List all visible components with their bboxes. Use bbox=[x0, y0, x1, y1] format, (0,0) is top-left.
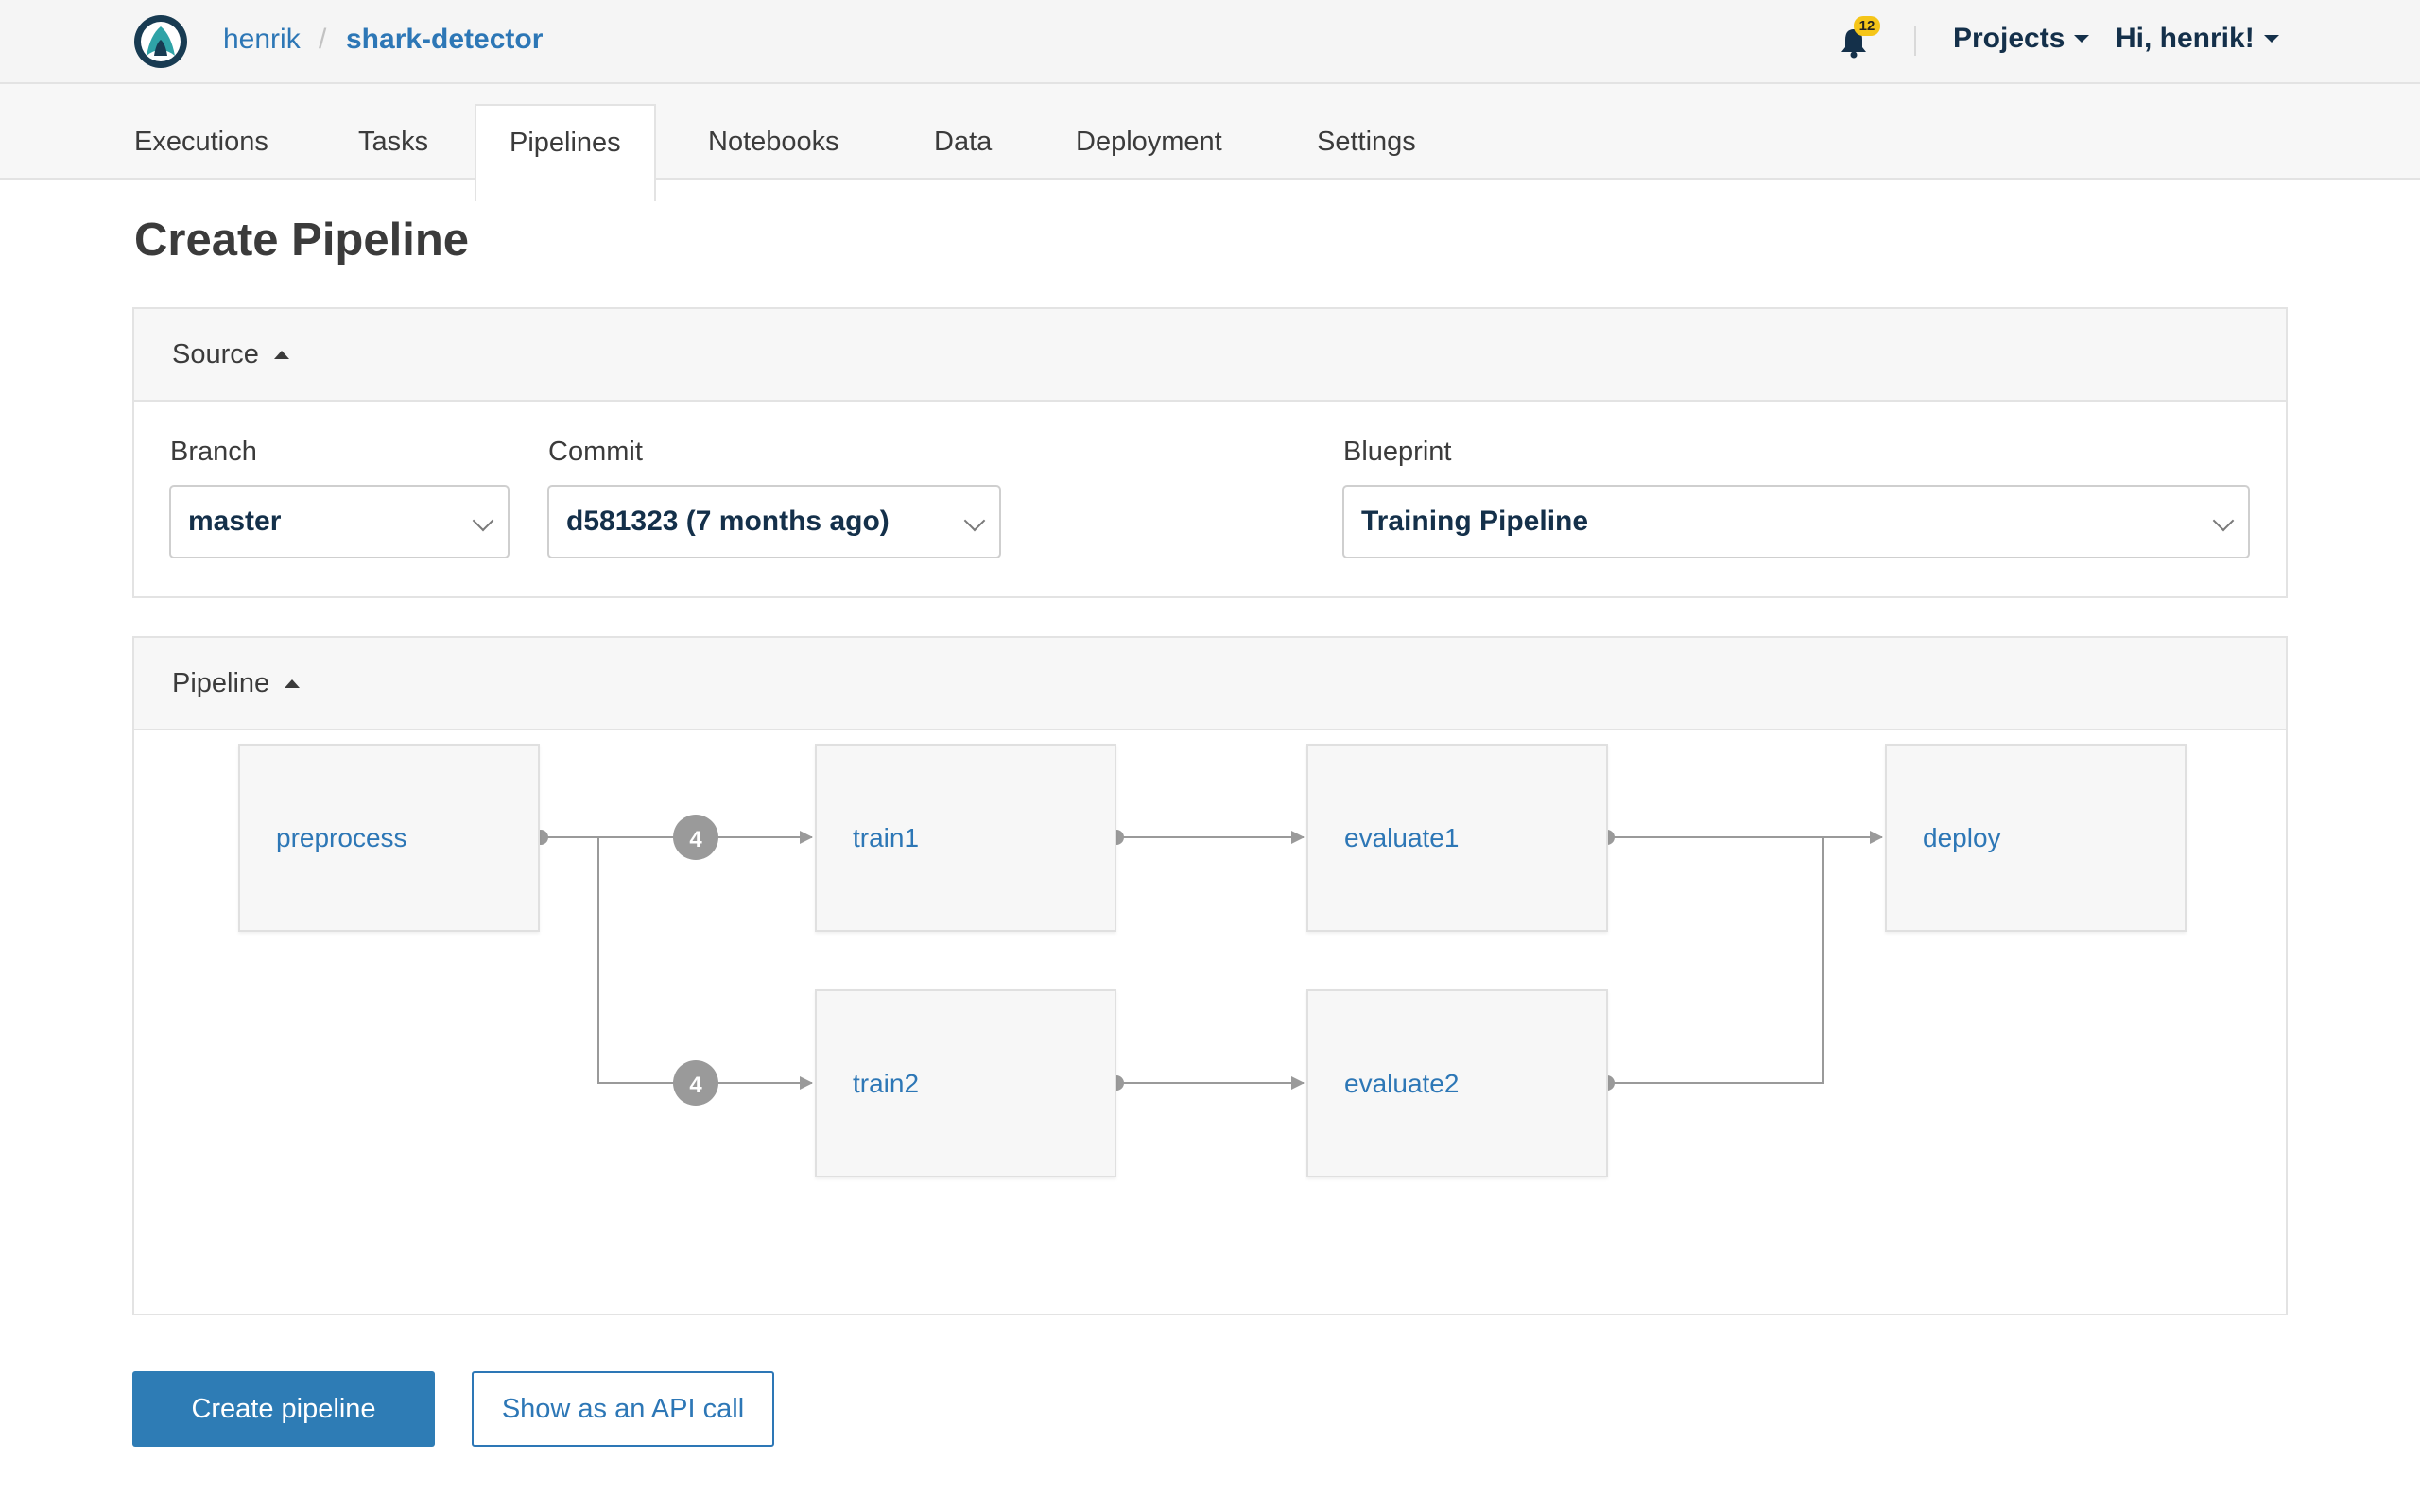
chevron-down-icon bbox=[472, 509, 494, 532]
blueprint-select[interactable]: Training Pipeline bbox=[1342, 485, 2250, 558]
tab-tasks[interactable]: Tasks bbox=[358, 84, 428, 180]
pipeline-node-evaluate2[interactable]: evaluate2 bbox=[1306, 989, 1608, 1177]
node-label[interactable]: deploy bbox=[1923, 823, 2001, 853]
chevron-down-icon bbox=[963, 509, 986, 532]
pipeline-panel: Pipeline 4 4 preprocess train1 evaluate1… bbox=[132, 636, 2288, 1315]
pipeline-node-preprocess[interactable]: preprocess bbox=[238, 744, 540, 932]
breadcrumb-project-link[interactable]: shark-detector bbox=[346, 24, 543, 56]
edge-evaluate2-deploy bbox=[1607, 837, 1824, 1084]
pipeline-heading: Pipeline bbox=[172, 668, 270, 698]
tab-notebooks[interactable]: Notebooks bbox=[708, 84, 839, 180]
user-menu-dropdown[interactable]: Hi, henrik! bbox=[2116, 23, 2279, 55]
blueprint-label: Blueprint bbox=[1343, 437, 1452, 467]
pipeline-node-deploy[interactable]: deploy bbox=[1885, 744, 2187, 932]
blueprint-value: Training Pipeline bbox=[1361, 506, 1589, 537]
edge-badge-train1[interactable]: 4 bbox=[673, 815, 718, 860]
pipeline-panel-header[interactable]: Pipeline bbox=[134, 638, 2286, 730]
node-label[interactable]: train2 bbox=[853, 1069, 919, 1099]
edge-badge-train2-count: 4 bbox=[689, 1073, 702, 1098]
show-api-call-button[interactable]: Show as an API call bbox=[472, 1371, 774, 1447]
create-pipeline-button[interactable]: Create pipeline bbox=[132, 1371, 435, 1447]
page-title: Create Pipeline bbox=[134, 215, 470, 266]
pipeline-node-train2[interactable]: train2 bbox=[815, 989, 1116, 1177]
tab-deployment[interactable]: Deployment bbox=[1076, 84, 1222, 180]
breadcrumb-separator: / bbox=[319, 24, 327, 55]
node-label[interactable]: evaluate2 bbox=[1344, 1069, 1459, 1099]
tab-settings[interactable]: Settings bbox=[1317, 84, 1416, 180]
projects-dropdown[interactable]: Projects bbox=[1953, 23, 2090, 55]
caret-up-icon bbox=[285, 679, 301, 688]
projects-label: Projects bbox=[1953, 23, 2066, 54]
caret-down-icon bbox=[2263, 35, 2279, 43]
valohai-logo-icon[interactable] bbox=[133, 14, 188, 69]
breadcrumb-owner-link[interactable]: henrik bbox=[223, 24, 301, 56]
pipeline-node-evaluate1[interactable]: evaluate1 bbox=[1306, 744, 1608, 932]
pipeline-graph: 4 4 preprocess train1 evaluate1 deploy t… bbox=[134, 732, 2286, 1314]
source-panel-header[interactable]: Source bbox=[134, 309, 2286, 402]
commit-value: d581323 (7 months ago) bbox=[566, 506, 890, 537]
project-tab-bar: Executions Tasks Pipelines Notebooks Dat… bbox=[0, 84, 2420, 201]
user-greeting: Hi, henrik! bbox=[2116, 23, 2255, 54]
source-panel: Source Branch master Commit d581323 (7 m… bbox=[132, 307, 2288, 598]
top-navigation-bar: henrik / shark-detector 12 Projects Hi, … bbox=[0, 0, 2420, 84]
branch-value: master bbox=[188, 506, 282, 537]
tab-data[interactable]: Data bbox=[934, 84, 992, 180]
tab-pipelines[interactable]: Pipelines bbox=[475, 104, 656, 201]
caret-down-icon bbox=[2074, 35, 2090, 43]
source-heading: Source bbox=[172, 339, 259, 369]
node-label[interactable]: train1 bbox=[853, 823, 919, 853]
tab-executions[interactable]: Executions bbox=[134, 84, 268, 180]
branch-select[interactable]: master bbox=[169, 485, 510, 558]
edge-preprocess-train2 bbox=[597, 837, 813, 1090]
branch-label: Branch bbox=[170, 437, 257, 467]
pipeline-node-train1[interactable]: train1 bbox=[815, 744, 1116, 932]
edge-badge-train1-count: 4 bbox=[689, 827, 702, 852]
edge-badge-train2[interactable]: 4 bbox=[673, 1060, 718, 1106]
node-label[interactable]: evaluate1 bbox=[1344, 823, 1459, 853]
node-label[interactable]: preprocess bbox=[276, 823, 407, 853]
commit-label: Commit bbox=[548, 437, 643, 467]
caret-up-icon bbox=[273, 350, 289, 359]
header-divider bbox=[1914, 26, 1916, 56]
chevron-down-icon bbox=[2212, 509, 2235, 532]
notification-count-badge: 12 bbox=[1854, 16, 1880, 36]
commit-select[interactable]: d581323 (7 months ago) bbox=[547, 485, 1001, 558]
